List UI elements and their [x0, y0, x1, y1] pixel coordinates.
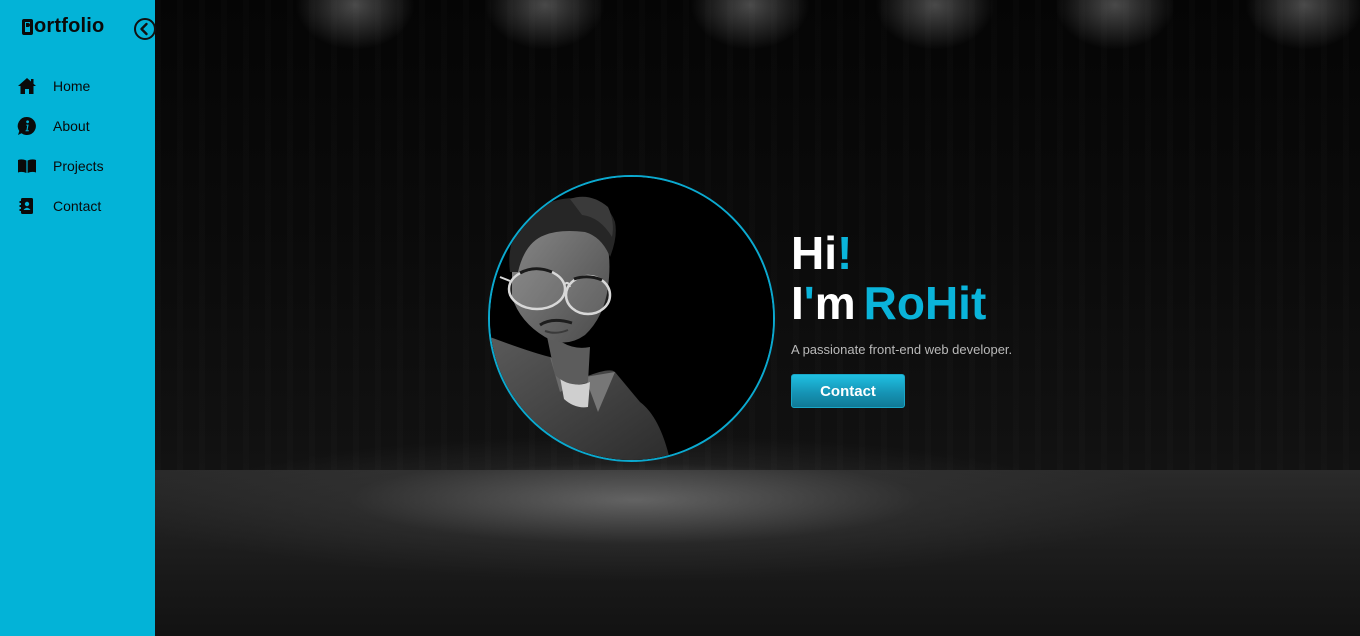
- contact-button[interactable]: Contact: [791, 374, 905, 408]
- portfolio-app: ortfolio Home About Projects Contact Hi!…: [0, 0, 1360, 636]
- sidebar-item-label: Home: [53, 78, 91, 94]
- sidebar-item-projects[interactable]: Projects: [0, 146, 155, 186]
- brand-text: ortfolio: [34, 15, 105, 37]
- home-icon: [17, 76, 37, 96]
- developer-name: RoHit: [863, 277, 987, 329]
- logo-p-mark: [22, 18, 33, 35]
- sidebar-item-label: Projects: [53, 158, 104, 174]
- brand-logo[interactable]: ortfolio: [22, 15, 104, 38]
- intro-i: I: [791, 277, 804, 329]
- sidebar-item-label: About: [53, 118, 90, 134]
- greeting-text: Hi: [791, 227, 837, 279]
- stage-floor: [155, 470, 1360, 636]
- hero-stage: Hi! I'm RoHit A passionate front-end web …: [155, 0, 1360, 636]
- sidebar-item-about[interactable]: About: [0, 106, 155, 146]
- sidebar-nav: Home About Projects Contact: [0, 66, 155, 226]
- sidebar-item-label: Contact: [53, 198, 102, 214]
- contact-card-icon: [17, 196, 37, 216]
- curtain-background: [155, 0, 1360, 480]
- sidebar: ortfolio Home About Projects Contact: [0, 0, 157, 636]
- sidebar-collapse-button[interactable]: [133, 17, 157, 41]
- greeting-mark: !: [837, 227, 853, 279]
- info-icon: [17, 116, 37, 136]
- name-heading: I'm RoHit: [791, 278, 1012, 328]
- sidebar-item-contact[interactable]: Contact: [0, 186, 155, 226]
- chevron-left-circle-icon: [134, 18, 156, 40]
- intro-apostrophe: ': [803, 277, 815, 329]
- greeting-heading: Hi!: [791, 228, 1012, 278]
- sidebar-item-home[interactable]: Home: [0, 66, 155, 106]
- hero-subtitle: A passionate front-end web developer.: [791, 342, 1013, 357]
- profile-photo: [488, 175, 775, 462]
- hero-intro: Hi! I'm RoHit A passionate front-end web …: [791, 228, 1012, 408]
- book-open-icon: [17, 156, 37, 176]
- intro-m: m: [814, 277, 856, 329]
